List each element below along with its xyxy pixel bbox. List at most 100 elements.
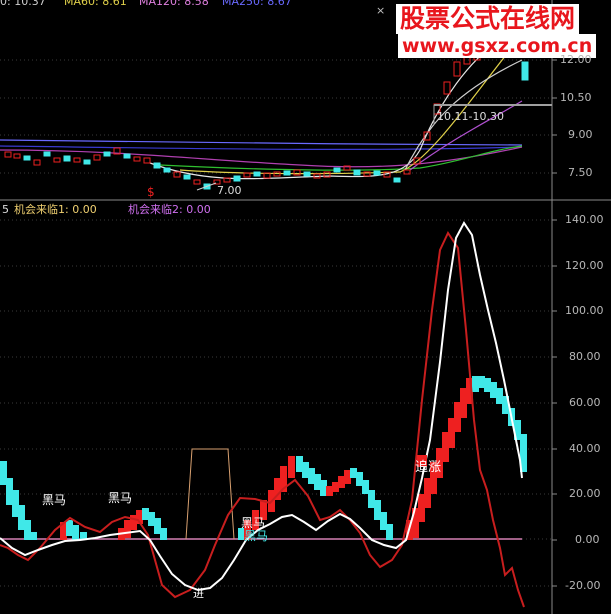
watermark-title: 股票公式在线网 (396, 4, 580, 34)
low-price-label: 7.00 (217, 184, 242, 197)
indicator-bar (368, 490, 375, 508)
price-candle (83, 159, 91, 165)
price-tick: 10.50 (560, 91, 592, 104)
price-tick: 7.50 (568, 166, 593, 179)
price-candle (143, 157, 151, 164)
indicator-bar (12, 490, 19, 517)
indicator-bar (124, 520, 131, 538)
price-candle (13, 153, 21, 159)
indicator-bar (24, 520, 31, 540)
indicator-tick: 0.00 (575, 533, 600, 546)
indicator-bar (30, 532, 37, 540)
indicator-bar (66, 520, 73, 536)
ma-legend-item-3: MA250: 8.67 (222, 0, 292, 8)
indicator-bar (374, 500, 381, 520)
price-candle (93, 154, 101, 161)
price-candle (4, 151, 12, 158)
indicator-bar (344, 470, 351, 484)
indicator-bar (296, 456, 303, 472)
indicator-item-2: 机会来临2: 0.00 (128, 203, 211, 216)
price-candle (133, 156, 141, 162)
price-candle (163, 167, 171, 173)
indicator-bar (142, 508, 149, 520)
indicator-bar (362, 480, 369, 494)
signal-jin: 进 (193, 587, 204, 600)
signal-heima-blue: 黑马 (244, 529, 269, 543)
indicator-bar (448, 418, 455, 448)
ma250-line (0, 139, 523, 146)
price-candle (63, 155, 71, 162)
price-candle (283, 170, 291, 176)
stock-chart[interactable] (0, 0, 611, 614)
indicator-bar (154, 518, 161, 534)
price-candle (333, 167, 341, 173)
indicator-bar (478, 376, 485, 388)
indicator-bar (18, 505, 25, 530)
price-range-label: 10.11-10.30 (437, 110, 504, 123)
tan-signal-shape (185, 448, 235, 540)
indicator-bar (356, 472, 363, 486)
indicator-tick: 120.00 (565, 259, 604, 272)
price-candle (153, 162, 161, 169)
indicator-bar (490, 382, 497, 398)
indicator-bar (442, 432, 449, 462)
indicator-item-1: 机会来临1: 0.00 (14, 203, 97, 216)
indicator-bar (472, 376, 479, 392)
signal-dollar-icon: $ (147, 185, 155, 199)
indicator-bar (454, 402, 461, 432)
indicator-bar (320, 480, 327, 496)
ma-legend-item-2: MA120: 8.58 (139, 0, 209, 8)
price-candle (53, 157, 61, 163)
price-candle (443, 81, 451, 95)
price-candle (353, 169, 361, 176)
indicator-bar (6, 478, 13, 505)
price-candle (393, 177, 401, 183)
price-candle (303, 171, 311, 177)
indicator-bar (326, 486, 333, 496)
price-tick: 12.00 (560, 53, 592, 66)
signal-heima-1: 黑马 (42, 493, 67, 507)
signal-zhuizhang: 追涨 (415, 460, 442, 475)
indicator-tick: 40.00 (569, 442, 601, 455)
close-icon[interactable]: × (376, 5, 386, 16)
indicator-bar (496, 388, 503, 404)
price-candle (183, 174, 191, 180)
indicator-bar (332, 482, 339, 492)
price-candle (253, 171, 261, 177)
indicator-bar (302, 462, 309, 478)
indicator-bar (380, 512, 387, 530)
indicator-tick: 80.00 (569, 350, 601, 363)
price-candle (73, 157, 81, 163)
indicator-bar (72, 525, 79, 540)
indicator-bar (0, 461, 7, 485)
indicator-prefix: 5 (2, 203, 9, 216)
ma-legend-item-1: MA60: 8.61 (64, 0, 127, 8)
price-tick: 9.00 (568, 128, 593, 141)
signal-heima-2: 黑马 (108, 491, 133, 505)
indicator-bar (314, 474, 321, 490)
price-candle (521, 61, 529, 81)
indicator-bar (484, 378, 491, 392)
price-candle (33, 159, 41, 166)
indicator-bar (460, 388, 467, 418)
indicator-bar (288, 456, 295, 478)
indicator-bar (338, 476, 345, 488)
indicator-tick: 60.00 (569, 396, 601, 409)
indicator-bar (350, 468, 357, 478)
price-candle (103, 151, 111, 157)
indicator-bar (130, 515, 137, 530)
indicator-tick: 100.00 (565, 304, 604, 317)
indicator-bar (386, 524, 393, 540)
ma-legend-item-0: 0: 10.37 (0, 0, 46, 8)
axis-ticks (552, 59, 557, 587)
indicator-bar (308, 468, 315, 484)
price-candle (193, 179, 201, 185)
indicator-bar (160, 528, 167, 540)
red-oscillator-line (0, 230, 525, 608)
indicator-tick: -20.00 (565, 579, 601, 592)
indicator-bar (148, 512, 155, 526)
indicator-tick: 140.00 (565, 213, 604, 226)
price-candle (123, 153, 131, 159)
price-candle (23, 155, 31, 161)
price-candle (373, 170, 381, 176)
